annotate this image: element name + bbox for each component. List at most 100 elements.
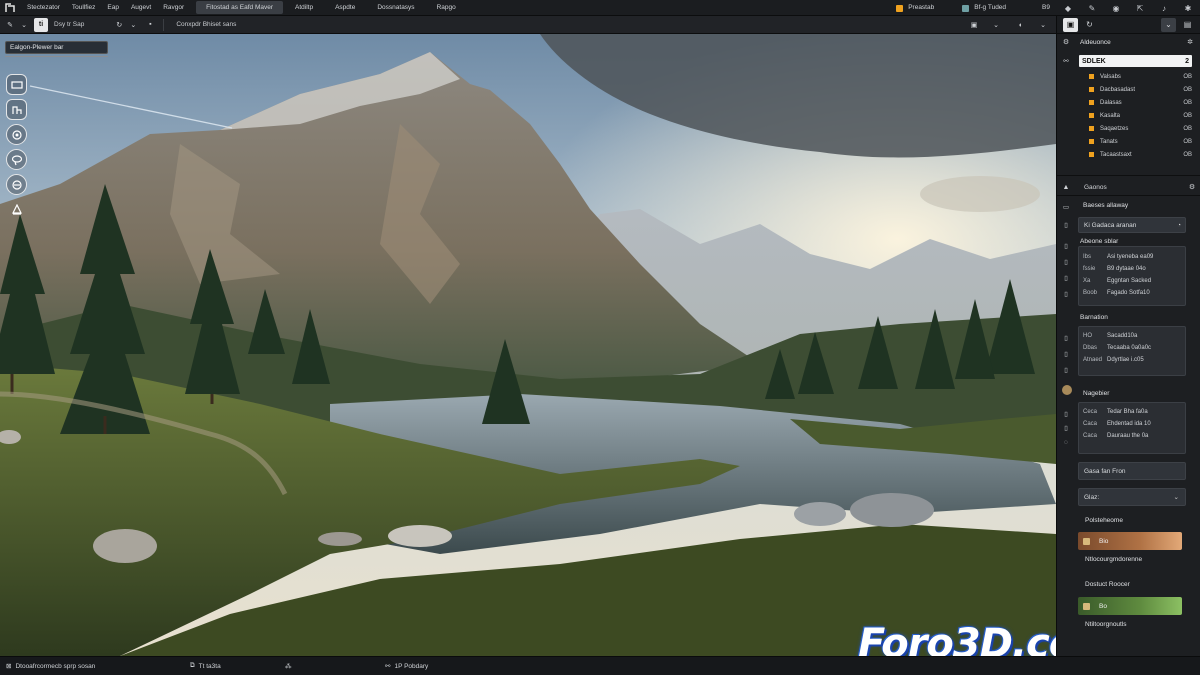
tab-layers-icon[interactable]: ▤ <box>1180 18 1195 32</box>
layer-row[interactable]: Tacaastsaxt OB <box>1089 148 1192 161</box>
user-badge[interactable]: Bf-g Tuded <box>956 0 1014 16</box>
doc-icon[interactable]: ▯ <box>1062 410 1070 418</box>
gear-icon[interactable]: ⚙ <box>1188 183 1196 191</box>
layers-icon[interactable]: ▭ <box>1062 203 1070 211</box>
property-row[interactable]: Boob Fagado Sotfa10 <box>1079 287 1185 299</box>
select-icon[interactable] <box>6 74 27 95</box>
3d-viewport[interactable]: Ealgon-Plewer bar Foro3D.com <box>0 34 1056 656</box>
property-row[interactable]: Ceca Tedar Bha fa0a <box>1079 406 1185 418</box>
doc-icon[interactable]: ▯ <box>1062 274 1070 282</box>
brush-icon[interactable]: ✎ <box>1086 2 1098 14</box>
layer-value: OB <box>1183 151 1192 158</box>
material-sphere-icon[interactable] <box>1062 385 1072 395</box>
eye-icon[interactable]: ◉ <box>1110 2 1122 14</box>
target-icon[interactable]: ◔ <box>1177 222 1181 229</box>
menu-item[interactable]: Toullfiez <box>66 0 101 16</box>
status-mid2-text: 1P Pobdary <box>394 662 429 670</box>
property-key: Boob <box>1083 290 1098 296</box>
menu-item[interactable]: Ravgor <box>157 0 190 16</box>
layer-row[interactable]: Dalasas OB <box>1089 96 1192 109</box>
menu-right-group: Preastab Bf-g Tuded B9 ◆ ✎ ◉ ⇱ ♪ ✱ <box>890 0 1200 16</box>
property-value: Tedar Bha fa0a <box>1107 409 1148 415</box>
property-key: Ibs <box>1083 254 1092 260</box>
doc-icon[interactable]: ▯ <box>1062 350 1070 358</box>
property-row[interactable]: HO Sacadd10a <box>1079 330 1185 342</box>
doc-icon[interactable]: ▯ <box>1062 424 1070 432</box>
chevron-down-icon[interactable]: ⌄ <box>1174 493 1179 501</box>
layer-row[interactable]: Tanats OB <box>1089 135 1192 148</box>
property-value: B9 dytaae 04o <box>1107 266 1146 272</box>
gear-icon[interactable]: ✱ <box>1182 2 1194 14</box>
search-input[interactable]: SDLEK 2 <box>1079 55 1192 67</box>
doc-icon[interactable]: ▯ <box>1062 221 1070 229</box>
status-item[interactable]: ⚯ 1P Pobdary <box>385 662 429 671</box>
doc-icon[interactable]: ▯ <box>1062 366 1070 374</box>
bell-icon[interactable]: ♪ <box>1158 2 1170 14</box>
glaze-dropdown-value: Glaz: <box>1084 493 1100 501</box>
gear-icon[interactable]: ✲ <box>1186 38 1194 46</box>
menu-item-active[interactable]: Fitostad as Eafd Maver <box>196 1 284 14</box>
property-row[interactable]: Caca Dauraau the 0a <box>1079 430 1185 442</box>
tab-image-icon[interactable]: ▣ <box>1063 17 1078 32</box>
property-row[interactable]: Caca Ehdentad ida 10 <box>1079 418 1185 430</box>
menu-item[interactable]: Rapgo <box>431 0 462 16</box>
chevron-down-icon[interactable]: ⌄ <box>989 18 1003 32</box>
menu-item[interactable]: Atdiltp <box>289 0 319 16</box>
color-swatch-green[interactable]: Bo <box>1078 597 1182 615</box>
lasso-icon[interactable] <box>6 149 27 170</box>
layer-row[interactable]: Saqaetzes OB <box>1089 122 1192 135</box>
camera-icon[interactable] <box>6 174 27 195</box>
doc-icon[interactable]: ▯ <box>1062 242 1070 250</box>
property-row[interactable]: Dbas Tecaaba 0a0a0c <box>1079 342 1185 354</box>
doc-icon[interactable]: ◌ <box>1062 438 1070 446</box>
layer-name: Dalasas <box>1100 99 1122 106</box>
pen-tool-icon[interactable]: ✎ <box>3 18 17 32</box>
property-row[interactable]: Ibs Asi tyeneba ea09 <box>1079 251 1185 263</box>
menu-item[interactable]: Aspdte <box>329 0 361 16</box>
property-row[interactable]: fssie B9 dytaae 04o <box>1079 263 1185 275</box>
display-icon[interactable]: ◐ <box>1014 18 1028 32</box>
orbit-icon[interactable] <box>6 124 27 145</box>
subsection-label: Nagebier <box>1083 390 1110 397</box>
material-field[interactable]: Gasa fan Fron <box>1078 462 1186 480</box>
viewport-title-underline <box>5 56 108 57</box>
lock-icon[interactable]: ▪ <box>143 18 157 32</box>
doc-icon[interactable]: ▯ <box>1062 258 1070 266</box>
color-swatch-copper[interactable]: Bio <box>1078 532 1182 550</box>
menu-item[interactable]: Dossnatasys <box>371 0 420 16</box>
diamond-icon[interactable]: ◆ <box>1062 2 1074 14</box>
camera-icon[interactable]: ▣ <box>967 18 981 32</box>
status-item[interactable]: ⧉ Tt ta3ta <box>190 662 221 670</box>
layer-name: Tanats <box>1100 138 1118 145</box>
menu-item[interactable]: Augevt <box>125 0 157 16</box>
tab-brush-icon[interactable]: ↻ <box>1082 18 1097 32</box>
chevron-down-icon[interactable]: ⌄ <box>1036 18 1050 32</box>
chevron-down-icon[interactable]: ⌄ <box>126 18 140 32</box>
property-row[interactable]: Xa Eggntan Sacked <box>1079 275 1185 287</box>
chevron-down-icon[interactable]: ⌄ <box>1161 17 1176 32</box>
settings-icon[interactable]: ⚙ <box>1062 38 1070 46</box>
mode-badge[interactable]: ti <box>34 17 48 32</box>
layer-row[interactable]: Kasalta OB <box>1089 109 1192 122</box>
project-badge[interactable]: Preastab <box>890 0 942 16</box>
link-icon[interactable]: ⚯ <box>1062 57 1070 65</box>
doc-icon[interactable]: ▯ <box>1062 290 1070 298</box>
viewport-title[interactable]: Ealgon-Plewer bar <box>5 41 108 54</box>
status-item[interactable]: ⁂ <box>285 662 292 670</box>
menu-item[interactable]: Eap <box>101 0 125 16</box>
pin-icon[interactable]: ⇱ <box>1134 2 1146 14</box>
doc-icon[interactable]: ▯ <box>1062 334 1070 342</box>
transform-icon[interactable] <box>6 99 27 120</box>
layer-row[interactable]: Valsabs OB <box>1089 70 1192 83</box>
property-row[interactable]: Atnaed Ddyrtlae i.c05 <box>1079 354 1185 366</box>
menu-item[interactable]: Stectezator <box>21 0 66 16</box>
glaze-dropdown[interactable]: Glaz: ⌄ <box>1078 488 1186 506</box>
dropdown-icon[interactable]: ⌄ <box>17 18 31 32</box>
settings-input[interactable]: Ki Gadaca aranan ◔ <box>1078 217 1186 233</box>
app-logo-icon[interactable] <box>3 1 17 15</box>
refresh-icon[interactable]: ↻ <box>112 18 126 32</box>
property-card: Ceca Tedar Bha fa0a Caca Ehdentad ida 10 C… <box>1078 402 1186 454</box>
brush-icon[interactable] <box>6 199 27 220</box>
layer-icon <box>1089 152 1094 157</box>
layer-row[interactable]: Dacbasadast OB <box>1089 83 1192 96</box>
